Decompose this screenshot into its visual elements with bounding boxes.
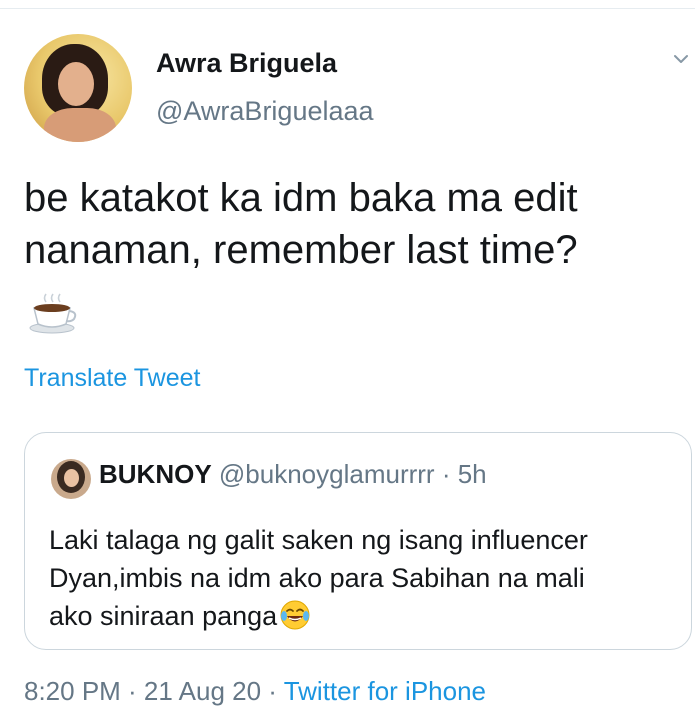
tweet-source-link[interactable]: Twitter for iPhone xyxy=(284,676,486,706)
quoted-text-line: Laki talaga ng galit saken ng isang infl… xyxy=(49,525,588,555)
avatar-body xyxy=(44,108,116,142)
author-display-name[interactable]: Awra Briguela xyxy=(156,48,337,79)
quoted-text-line-last: ako siniraan panga xyxy=(49,597,679,635)
quoted-tweet-card[interactable]: BUKNOY @buknoyglamurrrr · 5h Laki talaga… xyxy=(24,432,692,650)
coffee-emoji-icon xyxy=(29,293,77,334)
chevron-down-icon[interactable] xyxy=(674,52,688,66)
quoted-text-line: ako siniraan panga xyxy=(49,601,278,631)
tweet-text: be katakot ka idm baka ma edit nanaman, … xyxy=(24,172,674,276)
avatar-face xyxy=(58,62,94,106)
tweet-timestamp[interactable]: 8:20 PM · 21 Aug 20 · xyxy=(24,676,284,706)
quoted-tweet-text: Laki talaga ng galit saken ng isang infl… xyxy=(49,521,679,635)
quoted-author-avatar[interactable] xyxy=(51,459,91,499)
quoted-display-name[interactable]: BUKNOY xyxy=(99,459,212,489)
avatar-face xyxy=(64,469,79,487)
tweet-meta: 8:20 PM · 21 Aug 20 · Twitter for iPhone xyxy=(24,676,486,707)
quoted-text-line: Dyan,imbis na idm ako para Sabihan na ma… xyxy=(49,563,585,593)
quoted-handle[interactable]: @buknoyglamurrrr xyxy=(219,459,435,489)
quoted-tweet-header: BUKNOY @buknoyglamurrrr · 5h xyxy=(99,459,487,490)
tweet-text-line: be katakot ka idm baka ma edit xyxy=(24,176,578,220)
tweet-text-line: nanaman, remember last time? xyxy=(24,228,578,272)
author-handle[interactable]: @AwraBriguelaaa xyxy=(156,96,374,127)
quoted-age: 5h xyxy=(457,459,487,489)
face-with-tears-of-joy-emoji-icon xyxy=(280,600,310,630)
translate-tweet-link[interactable]: Translate Tweet xyxy=(24,364,200,393)
top-divider xyxy=(0,8,695,9)
quoted-separator: · xyxy=(434,459,458,489)
author-avatar[interactable] xyxy=(24,34,132,142)
